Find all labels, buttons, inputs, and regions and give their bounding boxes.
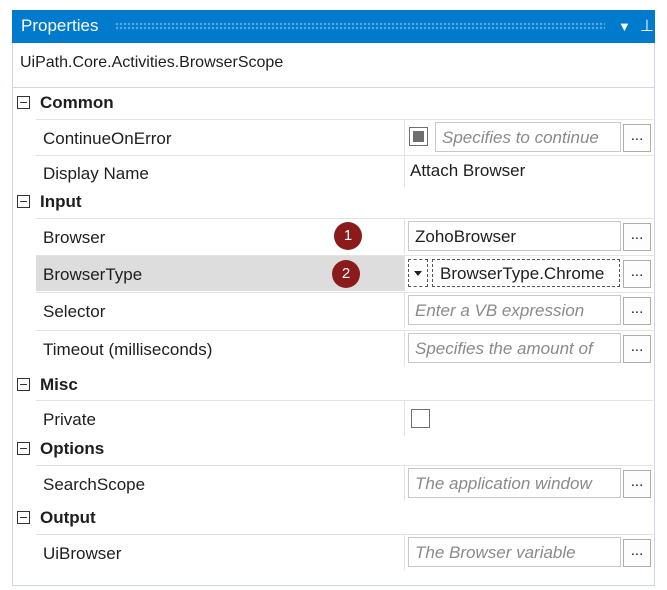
- expression-editor-button[interactable]: ...: [623, 124, 651, 152]
- ui-browser-input[interactable]: The Browser variable: [408, 537, 621, 567]
- property-name: Timeout (milliseconds): [43, 340, 213, 359]
- property-row-browser[interactable]: Browser 1 ZohoBrowser ...: [36, 218, 655, 254]
- property-name: SearchScope: [43, 475, 146, 494]
- category-output[interactable]: Output: [12, 504, 655, 534]
- property-row-ui-browser[interactable]: UiBrowser The Browser variable ...: [36, 534, 655, 570]
- property-name: Selector: [43, 302, 106, 321]
- selector-input[interactable]: Enter a VB expression: [408, 295, 621, 325]
- browser-type-select[interactable]: BrowserType.Chrome: [432, 259, 620, 287]
- category-input[interactable]: Input: [12, 188, 655, 218]
- dropdown-arrow-icon[interactable]: ▼: [618, 19, 631, 34]
- expression-editor-button[interactable]: ...: [623, 260, 651, 288]
- category-common[interactable]: Common: [12, 89, 655, 119]
- property-row-selector[interactable]: Selector Enter a VB expression ...: [36, 292, 655, 328]
- step-badge-1: 1: [334, 222, 362, 250]
- category-label: Common: [40, 93, 114, 112]
- property-row-timeout[interactable]: Timeout (milliseconds) Specifies the amo…: [36, 330, 655, 366]
- titlebar-grip: [115, 22, 605, 31]
- search-scope-input[interactable]: The application window: [408, 468, 621, 498]
- property-row-browser-type[interactable]: BrowserType 2 BrowserType.Chrome ...: [36, 255, 655, 291]
- property-name: Display Name: [43, 164, 149, 183]
- property-row-continue-on-error[interactable]: ContinueOnError Specifies to continue ..…: [36, 119, 655, 155]
- timeout-input[interactable]: Specifies the amount of: [408, 333, 621, 363]
- property-name: BrowserType: [43, 265, 143, 284]
- property-row-display-name[interactable]: Display Name Attach Browser: [36, 155, 655, 187]
- browser-type-dropdown-button[interactable]: [408, 259, 428, 287]
- activity-type-name: UiPath.Core.Activities.BrowserScope: [20, 54, 284, 71]
- collapse-icon[interactable]: [17, 511, 30, 524]
- property-name: Private: [43, 410, 96, 429]
- expression-editor-button[interactable]: ...: [623, 470, 651, 498]
- property-row-private[interactable]: Private: [36, 400, 655, 436]
- collapse-icon[interactable]: [17, 96, 30, 109]
- category-label: Misc: [40, 375, 78, 394]
- browser-input[interactable]: ZohoBrowser: [408, 221, 621, 251]
- private-checkbox[interactable]: [411, 409, 430, 428]
- collapse-icon[interactable]: [17, 442, 30, 455]
- property-name: Browser: [43, 228, 106, 247]
- pin-icon[interactable]: ⊥: [640, 16, 654, 36]
- category-label: Input: [40, 192, 82, 211]
- category-label: Options: [40, 439, 105, 458]
- step-badge-2: 2: [332, 260, 360, 288]
- collapse-icon[interactable]: [17, 378, 30, 391]
- property-name: ContinueOnError: [43, 129, 172, 148]
- divider: [12, 87, 655, 88]
- expression-editor-button[interactable]: ...: [623, 223, 651, 251]
- collapse-icon[interactable]: [17, 195, 30, 208]
- panel-title: Properties: [21, 16, 99, 35]
- continue-on-error-checkbox[interactable]: [409, 127, 428, 146]
- category-options[interactable]: Options: [12, 435, 655, 465]
- properties-titlebar[interactable]: Properties ▼ ⊥: [12, 10, 655, 43]
- property-row-search-scope[interactable]: SearchScope The application window ...: [36, 465, 655, 501]
- continue-on-error-input[interactable]: Specifies to continue: [435, 122, 621, 152]
- expression-editor-button[interactable]: ...: [623, 335, 651, 363]
- display-name-value[interactable]: Attach Browser: [410, 161, 525, 181]
- category-label: Output: [40, 508, 96, 527]
- category-misc[interactable]: Misc: [12, 371, 655, 401]
- expression-editor-button[interactable]: ...: [623, 539, 651, 567]
- expression-editor-button[interactable]: ...: [623, 297, 651, 325]
- property-name: UiBrowser: [43, 544, 122, 563]
